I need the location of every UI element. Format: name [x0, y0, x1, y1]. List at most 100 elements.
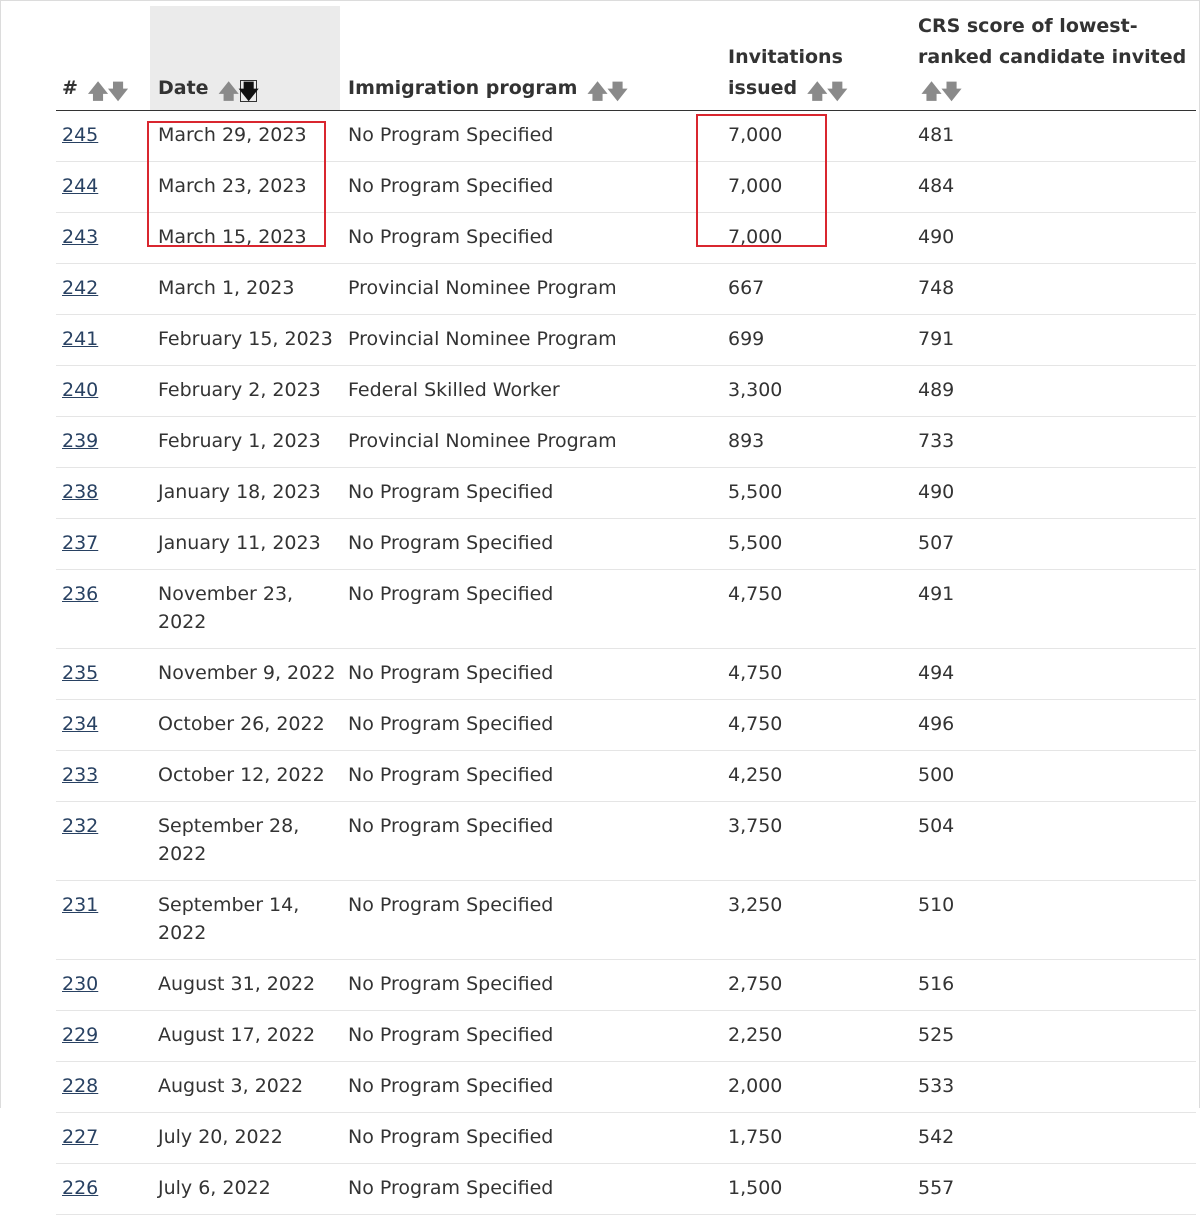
cell-crs-score: 791	[910, 314, 1196, 366]
round-number-link[interactable]: 245	[62, 124, 98, 146]
cell-round-number: 240	[56, 365, 150, 417]
sort-descending-arrow-icon[interactable]: 🡇	[607, 80, 628, 102]
column-header-label: #	[62, 76, 78, 99]
table-row: 239 February 1, 2023 Provincial Nominee Pr…	[56, 416, 1196, 468]
sort-descending-arrow-icon[interactable]: 🡇	[941, 80, 962, 102]
cell-immigration-program: No Program Specified	[340, 1061, 720, 1113]
cell-date: January 18, 2023	[150, 467, 340, 519]
column-header-invitations-issued: Invitations issued 🡅 🡇	[720, 6, 910, 111]
round-number-link[interactable]: 242	[62, 277, 98, 299]
sort-ascending-arrow-icon[interactable]: 🡅	[921, 80, 942, 102]
cell-date: March 29, 2023	[150, 110, 340, 162]
sort-controls: 🡅 🡇	[88, 80, 129, 102]
column-header-crs-score: CRS score of lowest-ranked candidate inv…	[910, 6, 1196, 111]
cell-date: July 20, 2022	[150, 1112, 340, 1164]
cell-date: February 15, 2023	[150, 314, 340, 366]
cell-round-number: 236	[56, 569, 150, 649]
round-number-link[interactable]: 243	[62, 226, 98, 248]
round-number-link[interactable]: 230	[62, 973, 98, 995]
round-number-link[interactable]: 229	[62, 1024, 98, 1046]
cell-immigration-program: Federal Skilled Worker	[340, 365, 720, 417]
cell-date: September 28, 2022	[150, 801, 340, 881]
cell-invitations-issued: 2,250	[720, 1010, 910, 1062]
table-row: 228 August 3, 2022 No Program Specified 2,0…	[56, 1061, 1196, 1113]
column-header-label: Date	[158, 76, 209, 99]
cell-invitations-issued: 4,250	[720, 750, 910, 802]
cell-round-number: 241	[56, 314, 150, 366]
sort-controls: 🡅 🡇	[218, 79, 259, 102]
cell-crs-score: 557	[910, 1163, 1196, 1215]
sort-ascending-arrow-icon[interactable]: 🡅	[587, 80, 608, 102]
cell-date: March 1, 2023	[150, 263, 340, 315]
cell-immigration-program: Provincial Nominee Program	[340, 314, 720, 366]
round-number-link[interactable]: 239	[62, 430, 98, 452]
cell-date: November 23, 2022	[150, 569, 340, 649]
table-row: 231 September 14, 2022 No Program Specifie…	[56, 880, 1196, 960]
round-number-link[interactable]: 240	[62, 379, 98, 401]
cell-round-number: 233	[56, 750, 150, 802]
round-number-link[interactable]: 237	[62, 532, 98, 554]
sort-descending-arrow-icon[interactable]: 🡇	[108, 80, 129, 102]
cell-date: July 6, 2022	[150, 1163, 340, 1215]
cell-immigration-program: No Program Specified	[340, 750, 720, 802]
sort-controls: 🡅 🡇	[587, 80, 628, 102]
sort-descending-arrow-icon[interactable]: 🡇	[238, 79, 259, 102]
round-number-link[interactable]: 233	[62, 764, 98, 786]
cell-invitations-issued: 1,750	[720, 1112, 910, 1164]
table-row: 236 November 23, 2022 No Program Specified…	[56, 569, 1196, 649]
cell-invitations-issued: 7,000	[720, 212, 910, 264]
round-number-link[interactable]: 235	[62, 662, 98, 684]
cell-date: January 11, 2023	[150, 518, 340, 570]
cell-date: August 3, 2022	[150, 1061, 340, 1113]
cell-invitations-issued: 1,500	[720, 1163, 910, 1215]
column-header-date: Date 🡅 🡇	[150, 6, 340, 111]
cell-invitations-issued: 5,500	[720, 518, 910, 570]
round-number-link[interactable]: 227	[62, 1126, 98, 1148]
table-row: 238 January 18, 2023 No Program Specified 5…	[56, 467, 1196, 519]
cell-round-number: 238	[56, 467, 150, 519]
round-number-link[interactable]: 226	[62, 1177, 98, 1199]
cell-round-number: 234	[56, 699, 150, 751]
cell-date: August 17, 2022	[150, 1010, 340, 1062]
cell-date: March 23, 2023	[150, 161, 340, 213]
cell-crs-score: 504	[910, 801, 1196, 881]
column-header-label: CRS score of lowest-ranked candidate inv…	[918, 14, 1187, 68]
round-number-link[interactable]: 241	[62, 328, 98, 350]
round-number-link[interactable]: 234	[62, 713, 98, 735]
cell-date: February 2, 2023	[150, 365, 340, 417]
round-number-link[interactable]: 231	[62, 894, 98, 916]
cell-crs-score: 491	[910, 569, 1196, 649]
table-row: 234 October 26, 2022 No Program Specified 4…	[56, 699, 1196, 751]
cell-round-number: 232	[56, 801, 150, 881]
sort-ascending-arrow-icon[interactable]: 🡅	[218, 80, 239, 102]
table-row: 233 October 12, 2022 No Program Specified 4…	[56, 750, 1196, 802]
round-number-link[interactable]: 236	[62, 583, 98, 605]
cell-round-number: 239	[56, 416, 150, 468]
table-row: 226 July 6, 2022 No Program Specified 1,500…	[56, 1163, 1196, 1215]
sort-descending-arrow-icon[interactable]: 🡇	[827, 80, 848, 102]
sort-ascending-arrow-icon[interactable]: 🡅	[88, 80, 109, 102]
round-number-link[interactable]: 232	[62, 815, 98, 837]
cell-date: February 1, 2023	[150, 416, 340, 468]
cell-crs-score: 490	[910, 467, 1196, 519]
round-number-link[interactable]: 228	[62, 1075, 98, 1097]
table-row: 232 September 28, 2022 No Program Specifie…	[56, 801, 1196, 881]
column-header-number: # 🡅 🡇	[56, 6, 150, 111]
cell-date: August 31, 2022	[150, 959, 340, 1011]
cell-round-number: 226	[56, 1163, 150, 1215]
cell-crs-score: 500	[910, 750, 1196, 802]
sort-ascending-arrow-icon[interactable]: 🡅	[807, 80, 828, 102]
cell-immigration-program: No Program Specified	[340, 569, 720, 649]
cell-round-number: 227	[56, 1112, 150, 1164]
cell-crs-score: 507	[910, 518, 1196, 570]
table-row: 230 August 31, 2022 No Program Specified 2,…	[56, 959, 1196, 1011]
cell-crs-score: 542	[910, 1112, 1196, 1164]
cell-immigration-program: Provincial Nominee Program	[340, 416, 720, 468]
round-number-link[interactable]: 238	[62, 481, 98, 503]
round-number-link[interactable]: 244	[62, 175, 98, 197]
cell-invitations-issued: 5,500	[720, 467, 910, 519]
table-row: 237 January 11, 2023 No Program Specified 5…	[56, 518, 1196, 570]
cell-date: March 15, 2023	[150, 212, 340, 264]
cell-round-number: 229	[56, 1010, 150, 1062]
cell-crs-score: 481	[910, 110, 1196, 162]
